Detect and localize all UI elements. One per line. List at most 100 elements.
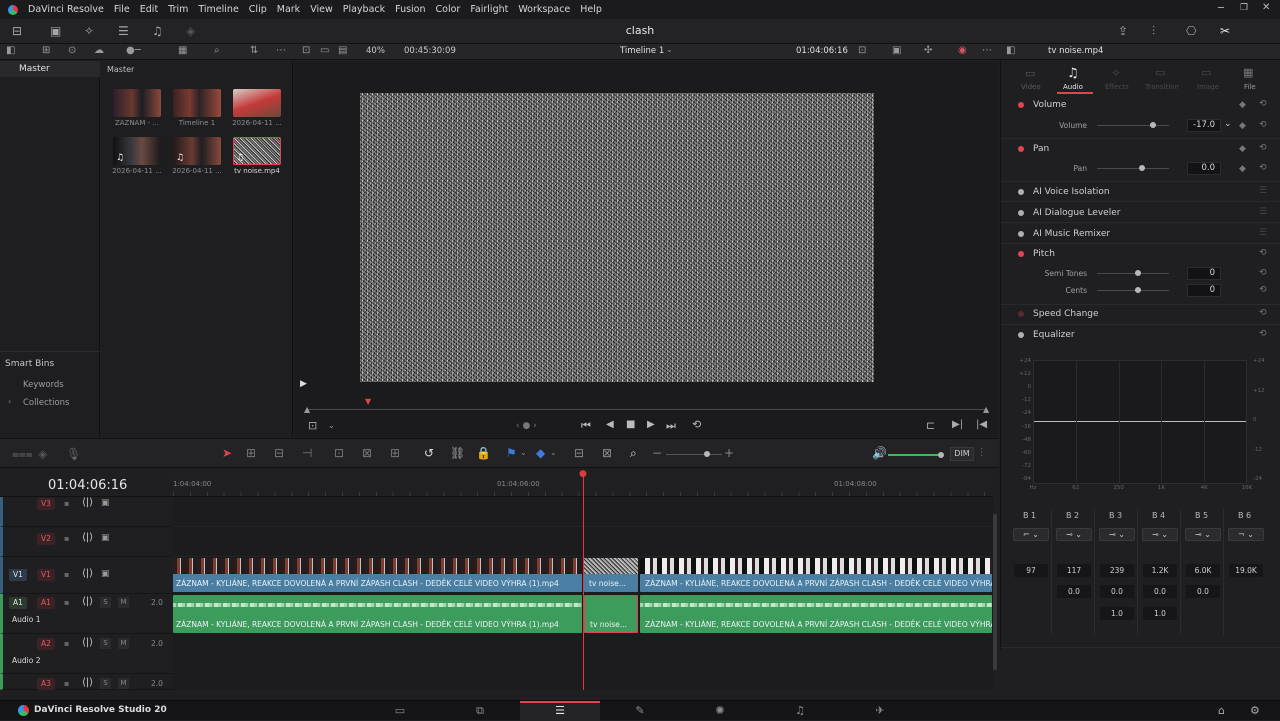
bin-master[interactable] xyxy=(0,61,100,77)
chevron-down-icon[interactable]: ⌄ xyxy=(550,447,557,459)
lock-icon[interactable]: 🔒 xyxy=(476,447,491,459)
volume-speaker-icon[interactable]: 🔊 xyxy=(872,447,887,459)
monitor-volume-knob[interactable] xyxy=(938,452,944,458)
pan-slider[interactable] xyxy=(1097,165,1169,171)
semi-tones-knob[interactable] xyxy=(1135,270,1141,276)
track-visibility-icon[interactable]: ▣ xyxy=(101,569,110,579)
ai-voice-isolation-toggle[interactable] xyxy=(1018,189,1024,195)
volume-slider[interactable] xyxy=(1097,122,1169,128)
timeline-view-icon[interactable]: ⩶ xyxy=(12,448,33,460)
viewer-mode-icon[interactable]: ⊡ xyxy=(302,45,310,56)
video-clip[interactable]: ZÁZNAM - KYLIÁNE, REAKCE DOVOLENÁ A PRVN… xyxy=(173,558,582,592)
eq-band-type-button[interactable]: ⌐ ⌄ xyxy=(1013,528,1049,541)
smart-bin-collections[interactable]: Collections xyxy=(23,398,69,408)
audio-clip[interactable]: ZÁZNAM - KYLIÁNE, REAKCE DOVOLENÁ A PRVN… xyxy=(173,595,582,633)
pan-value-field[interactable]: 0.0 xyxy=(1187,162,1221,175)
play-reverse-icon[interactable]: ◀ xyxy=(606,419,614,430)
prev-edit-icon[interactable]: |◀ xyxy=(976,419,987,430)
media-clip-thumbnail[interactable] xyxy=(113,89,161,117)
playhead-handle-icon[interactable]: ● xyxy=(579,469,587,479)
eq-band-gain[interactable]: 0.0 xyxy=(1143,585,1177,598)
semi-tones-slider[interactable] xyxy=(1097,270,1169,276)
track-a2-tag[interactable]: A2 xyxy=(37,638,55,650)
go-to-end-icon[interactable]: ⏭ xyxy=(666,419,676,433)
chevron-down-icon[interactable]: ⌄ xyxy=(1224,119,1232,129)
viewer-video-frame[interactable] xyxy=(360,93,874,382)
reset-icon[interactable]: ⟲ xyxy=(1259,120,1267,130)
minimize-icon[interactable]: ─ xyxy=(1218,3,1224,14)
keyframe-icon[interactable]: ◆ xyxy=(1239,100,1246,110)
media-clip-thumbnail[interactable] xyxy=(233,89,281,117)
image-tab-icon[interactable]: ▭ xyxy=(1201,66,1211,79)
maximize-icon[interactable]: ❐ xyxy=(1240,3,1248,13)
link-clips-icon[interactable]: ⛓ xyxy=(450,447,465,459)
eq-band-gain[interactable]: 0.0 xyxy=(1100,585,1134,598)
zoom-full-icon[interactable]: ⊟ xyxy=(574,447,584,459)
solo-button[interactable]: S xyxy=(100,678,111,689)
menu-trim[interactable]: Trim xyxy=(163,4,193,15)
close-icon[interactable]: ✕ xyxy=(1262,2,1270,13)
stop-icon[interactable]: ■ xyxy=(626,419,635,430)
eq-band-frequency[interactable]: 117 xyxy=(1057,564,1091,577)
pan-enable-toggle[interactable] xyxy=(1018,146,1024,152)
inspector-icon[interactable]: ✂ xyxy=(1220,25,1230,37)
speed-change-toggle[interactable] xyxy=(1018,311,1024,317)
reset-icon[interactable]: ⟲ xyxy=(1259,163,1267,173)
zoom-in-icon[interactable]: + xyxy=(724,447,734,459)
menu-icon[interactable]: ☰ xyxy=(1259,228,1267,238)
crop-icon[interactable]: ⊡ xyxy=(308,419,317,432)
dynamic-trim-icon[interactable]: ⊟ xyxy=(274,447,284,459)
menu-help[interactable]: Help xyxy=(575,4,607,15)
chevron-down-icon[interactable]: ⌄ xyxy=(666,45,673,54)
monitor-volume-slider[interactable] xyxy=(888,452,944,458)
menu-fairlight[interactable]: Fairlight xyxy=(465,4,513,15)
equalizer-toggle[interactable] xyxy=(1018,332,1024,338)
auto-select-icon[interactable]: ⟨|⟩ xyxy=(82,596,93,607)
zoom-slider-knob[interactable] xyxy=(704,451,710,457)
fusion-page-icon[interactable]: ✎ xyxy=(600,704,680,717)
tab-image[interactable]: Image xyxy=(1197,83,1219,91)
snapping-icon[interactable]: ↺ xyxy=(424,447,434,459)
playhead[interactable] xyxy=(583,471,584,690)
eq-band-type-button[interactable]: ¬ ⌄ xyxy=(1228,528,1264,541)
color-page-icon[interactable]: ✺ xyxy=(680,704,760,717)
overwrite-clip-icon[interactable]: ⊠ xyxy=(362,447,372,459)
track-visibility-icon[interactable]: ▣ xyxy=(101,498,110,508)
reset-icon[interactable]: ⟲ xyxy=(1259,248,1267,258)
menu-fusion[interactable]: Fusion xyxy=(390,4,430,15)
trim-tool-icon[interactable]: ⊞ xyxy=(246,447,256,459)
timeline-tracks[interactable]: 1:04:04:00 01:04:06:00 01:04:08:00 ZÁZNA… xyxy=(173,469,993,690)
video-tab-icon[interactable]: ▭ xyxy=(1025,67,1035,80)
microphone-icon[interactable]: 🎙 xyxy=(66,448,81,460)
eq-band-frequency[interactable]: 97 xyxy=(1014,564,1048,577)
lock-icon[interactable]: ▪ xyxy=(64,499,69,508)
metadata-toggle-icon[interactable]: ⊞ xyxy=(42,45,50,56)
noise-audio-clip[interactable]: tv noise... xyxy=(584,595,638,633)
chevron-down-icon[interactable]: ⌄ xyxy=(520,447,527,459)
track-a1-tag[interactable]: A1 xyxy=(37,597,55,609)
auto-select-icon[interactable]: ⟨|⟩ xyxy=(82,532,93,543)
noise-video-clip[interactable]: tv noise... xyxy=(584,558,638,592)
menu-edit[interactable]: Edit xyxy=(135,4,163,15)
vertical-scrollbar[interactable] xyxy=(993,514,997,670)
track-v1-destination[interactable]: V1 xyxy=(9,569,27,581)
track-visibility-icon[interactable]: ▣ xyxy=(101,533,110,543)
settings-gear-icon[interactable]: ⚙ xyxy=(1250,704,1260,717)
viewer-zoom[interactable]: 40% xyxy=(366,46,385,56)
viewer-more-icon[interactable]: ⋯ xyxy=(982,45,992,56)
link-icon[interactable]: ⊙ xyxy=(68,45,76,56)
flag-icon[interactable]: ⚑ xyxy=(506,447,517,459)
reset-icon[interactable]: ⟲ xyxy=(1259,268,1267,278)
sort-icon[interactable]: ⇅ xyxy=(250,45,258,56)
edit-page-icon[interactable]: ☰ xyxy=(520,704,600,717)
eq-band-frequency[interactable]: 6.0K xyxy=(1186,564,1220,577)
sound-library-icon[interactable]: ♫ xyxy=(152,25,163,37)
menu-color[interactable]: Color xyxy=(431,4,466,15)
menu-icon[interactable]: ☰ xyxy=(1259,186,1267,196)
match-frame-icon[interactable]: ⊏ xyxy=(926,419,935,432)
menu-clip[interactable]: Clip xyxy=(244,4,272,15)
meters-icon[interactable]: ⫶ xyxy=(980,447,983,459)
grid-view-icon[interactable]: ▦ xyxy=(178,45,187,56)
menu-icon[interactable]: ☰ xyxy=(1259,207,1267,217)
eq-band-frequency[interactable]: 19.0K xyxy=(1229,564,1263,577)
